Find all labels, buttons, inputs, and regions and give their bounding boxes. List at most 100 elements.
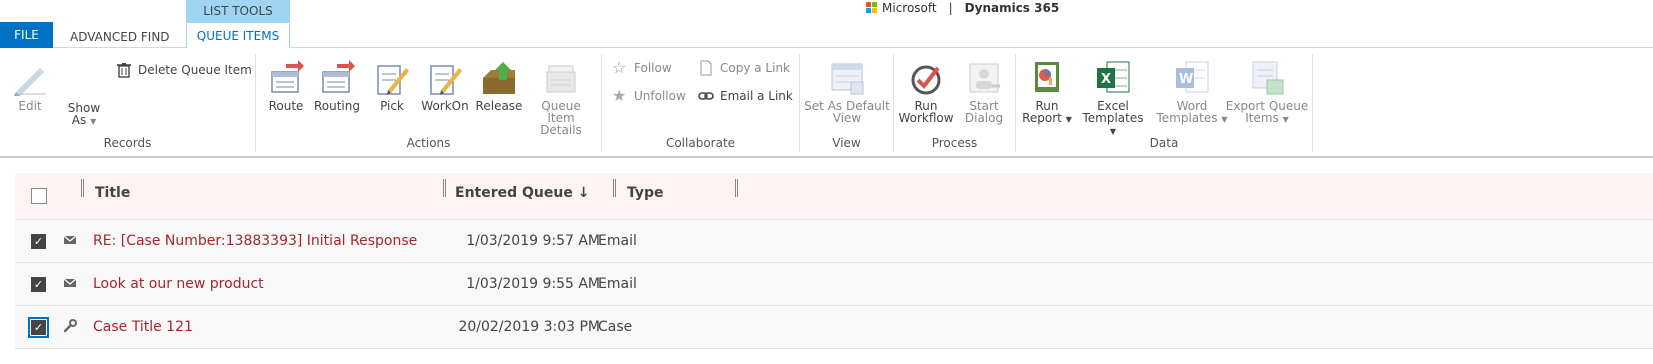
group-records: Edit Show As ▼ Delete Queue Item Records: [0, 54, 256, 152]
set-default-label-2: View: [832, 111, 862, 125]
group-data: Run Report ▼ X Excel Templates ▼ W Word …: [1016, 54, 1313, 152]
tab-bar: FILE ADVANCED FIND LIST TOOLS QUEUE ITEM…: [0, 0, 1653, 49]
group-records-label: Records: [103, 136, 152, 150]
group-view: Set As Default View View: [800, 54, 894, 152]
set-default-view-icon: [831, 63, 864, 95]
queue-items-grid: Title Entered Queue ↓ Type ✓ RE: [Case N…: [15, 173, 1653, 349]
details-label-2: Details: [540, 123, 582, 137]
mail-icon: [63, 235, 77, 244]
start-dialog-label-2: Dialog: [964, 111, 1004, 125]
star-outline-icon: ☆: [612, 58, 627, 77]
link-icon: [698, 92, 714, 100]
word-templates-button[interactable]: W Word Templates ▼: [1154, 60, 1230, 126]
route-icon: [271, 60, 304, 93]
column-resize-handle[interactable]: [613, 179, 616, 197]
pick-button[interactable]: Pick: [370, 60, 414, 112]
show-as-label-2: As: [71, 113, 87, 127]
row-entered-queue: 1/03/2019 9:55 AM: [466, 276, 600, 292]
details-label-1: Queue Item: [541, 99, 581, 125]
column-entered-label: Entered Queue: [455, 185, 573, 201]
pick-label: Pick: [380, 99, 404, 113]
export-label-2: Items: [1245, 111, 1279, 125]
export-queue-items-button[interactable]: Export Queue Items ▼: [1222, 60, 1312, 126]
row-title-link[interactable]: Look at our new product: [93, 276, 264, 292]
column-resize-handle[interactable]: [735, 179, 738, 197]
group-actions: Route Routing Pick WorkOn Release Queue …: [256, 54, 602, 152]
trash-icon: [117, 63, 131, 78]
svg-text:X: X: [1101, 72, 1111, 87]
brand-microsoft: Microsoft: [882, 1, 937, 15]
row-title-link[interactable]: RE: [Case Number:13883393] Initial Respo…: [93, 233, 417, 249]
word-label-2: Templates: [1156, 111, 1218, 125]
release-icon: [483, 62, 515, 94]
chevron-down-icon: ▼: [90, 117, 97, 126]
follow-button[interactable]: ☆ Follow: [612, 60, 672, 76]
table-row[interactable]: ✓ Case Title 121 20/02/2019 3:03 PM Case: [15, 306, 1653, 349]
queue-item-details-button[interactable]: Queue Item Details: [526, 60, 596, 136]
table-row[interactable]: ✓ RE: [Case Number:13883393] Initial Res…: [15, 220, 1653, 263]
row-checkbox[interactable]: ✓: [31, 234, 46, 249]
column-type[interactable]: Type: [627, 185, 664, 201]
workon-label: WorkOn: [421, 99, 469, 113]
column-resize-handle[interactable]: [443, 179, 446, 197]
brand: Microsoft | Dynamics 365: [866, 0, 1059, 16]
brand-separator: |: [948, 1, 953, 15]
row-title-link[interactable]: Case Title 121: [93, 319, 193, 335]
run-workflow-button[interactable]: Run Workflow: [898, 60, 954, 124]
workflow-icon: [911, 65, 941, 95]
delete-label: Delete Queue Item: [138, 63, 252, 77]
delete-queue-item-button[interactable]: Delete Queue Item: [116, 62, 252, 78]
pick-icon: [377, 65, 409, 95]
select-all-checkbox[interactable]: [31, 188, 47, 204]
route-button[interactable]: Route: [264, 60, 308, 112]
column-title[interactable]: Title: [95, 185, 130, 201]
tab-file[interactable]: FILE: [0, 22, 53, 48]
group-process-label: Process: [931, 136, 978, 150]
star-icon: ★: [612, 86, 627, 105]
export-icon: [1252, 61, 1284, 95]
set-default-view-button[interactable]: Set As Default View: [804, 60, 890, 124]
routing-button[interactable]: Routing: [312, 60, 362, 112]
edit-icon: [14, 68, 46, 96]
tab-queue-items[interactable]: QUEUE ITEMS: [186, 23, 290, 49]
grid-header: Title Entered Queue ↓ Type: [15, 173, 1653, 220]
tab-advanced-find[interactable]: ADVANCED FIND: [62, 22, 178, 48]
sort-arrow-icon: ↓: [577, 185, 590, 201]
edit-label: Edit: [18, 99, 42, 113]
workon-icon: [430, 65, 462, 95]
excel-templates-button[interactable]: X Excel Templates ▼: [1078, 60, 1148, 138]
run-report-label-2: Report: [1022, 111, 1062, 125]
row-checkbox[interactable]: ✓: [31, 277, 46, 292]
column-resize-handle[interactable]: [81, 179, 84, 197]
unfollow-label: Unfollow: [634, 89, 686, 103]
group-actions-label: Actions: [406, 136, 451, 150]
workon-button[interactable]: WorkOn: [420, 60, 470, 112]
unfollow-button[interactable]: ★ Unfollow: [612, 88, 686, 104]
table-row[interactable]: ✓ Look at our new product 1/03/2019 9:55…: [15, 263, 1653, 306]
email-link-button[interactable]: Email a Link: [698, 88, 793, 104]
word-icon: W: [1176, 61, 1209, 93]
row-checkbox[interactable]: ✓: [28, 317, 49, 338]
routing-label: Routing: [313, 99, 360, 113]
release-label: Release: [475, 99, 523, 113]
column-entered-queue[interactable]: Entered Queue ↓: [455, 185, 589, 201]
microsoft-logo-icon: [866, 2, 878, 14]
row-type: Email: [598, 276, 637, 292]
copy-link-button[interactable]: Copy a Link: [698, 60, 790, 76]
start-dialog-button[interactable]: Start Dialog: [956, 60, 1012, 124]
group-view-label: View: [832, 136, 861, 150]
report-icon: [1035, 62, 1059, 92]
group-collaborate-label: Collaborate: [665, 136, 736, 150]
show-as-button[interactable]: Show As ▼: [62, 102, 106, 128]
row-type: Email: [598, 233, 637, 249]
run-report-button[interactable]: Run Report ▼: [1020, 60, 1074, 126]
dialog-icon: [969, 63, 1000, 93]
chevron-down-icon: ▼: [1109, 127, 1117, 136]
release-button[interactable]: Release: [474, 60, 524, 112]
mail-icon: [63, 278, 77, 287]
excel-label-2: Templates: [1082, 111, 1144, 125]
route-label: Route: [268, 99, 304, 113]
brand-product: Dynamics 365: [964, 1, 1060, 15]
edit-button[interactable]: Edit: [8, 60, 52, 112]
group-data-label: Data: [1149, 136, 1179, 150]
